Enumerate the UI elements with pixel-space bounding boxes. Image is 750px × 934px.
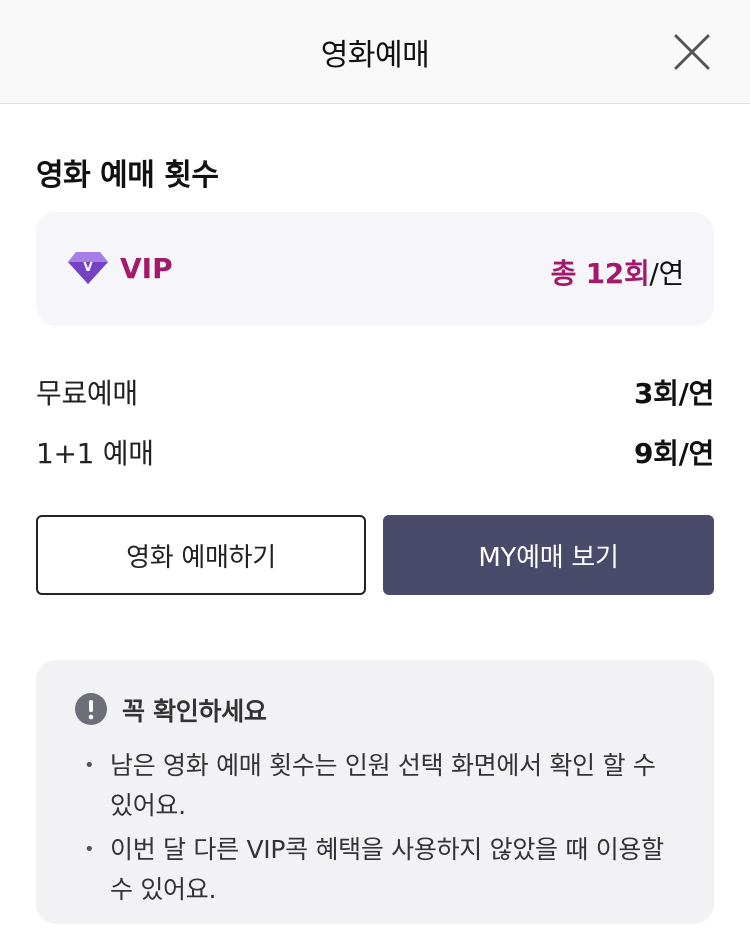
vip-gem-icon: V (68, 252, 108, 284)
close-icon (674, 34, 710, 70)
section-title: 영화 예매 횟수 (36, 158, 219, 193)
free-reservation-value: 3회/연 (633, 377, 714, 410)
tier-name: VIP (120, 252, 173, 285)
one-plus-one-label: 1+1 예매 (36, 437, 154, 470)
gem-letter: V (83, 260, 93, 274)
notice-item-text: 남은 영화 예매 횟수는 인원 선택 화면에서 확인 할 수 있어요. (110, 751, 656, 820)
notice-item-text: 이번 달 다른 VIP콕 혜택을 사용하지 않았을 때 이용할 수 있어요. (110, 835, 664, 904)
notice-box: 꼭 확인하세요 • 남은 영화 예매 횟수는 인원 선택 화면에서 확인 할 수 … (36, 660, 714, 924)
header-bar: 영화예매 (0, 0, 750, 104)
close-button[interactable] (668, 28, 716, 76)
reserve-movie-button[interactable]: 영화 예매하기 (36, 515, 366, 595)
tier-total-unit: /연 (649, 257, 684, 290)
exclamation-circle-icon (75, 693, 107, 725)
notice-title: 꼭 확인하세요 (122, 697, 267, 726)
my-reservations-button[interactable]: MY예매 보기 (383, 515, 714, 595)
notice-item: • 이번 달 다른 VIP콕 혜택을 사용하지 않았을 때 이용할 수 있어요. (84, 830, 684, 910)
page-title: 영화예매 (320, 38, 430, 73)
one-plus-one-value: 9회/연 (633, 437, 714, 470)
tier-card: V VIP 총 12회/연 (36, 212, 714, 326)
bullet-dot: • (84, 839, 95, 860)
tier-total-count: 총 12회 (550, 257, 650, 290)
notice-item: • 남은 영화 예매 횟수는 인원 선택 화면에서 확인 할 수 있어요. (84, 746, 684, 826)
tier-total: 총 12회/연 (550, 252, 685, 292)
notice-list: • 남은 영화 예매 횟수는 인원 선택 화면에서 확인 할 수 있어요. • 이번… (84, 746, 684, 914)
bullet-dot: • (84, 755, 95, 776)
free-reservation-label: 무료예매 (36, 377, 138, 410)
